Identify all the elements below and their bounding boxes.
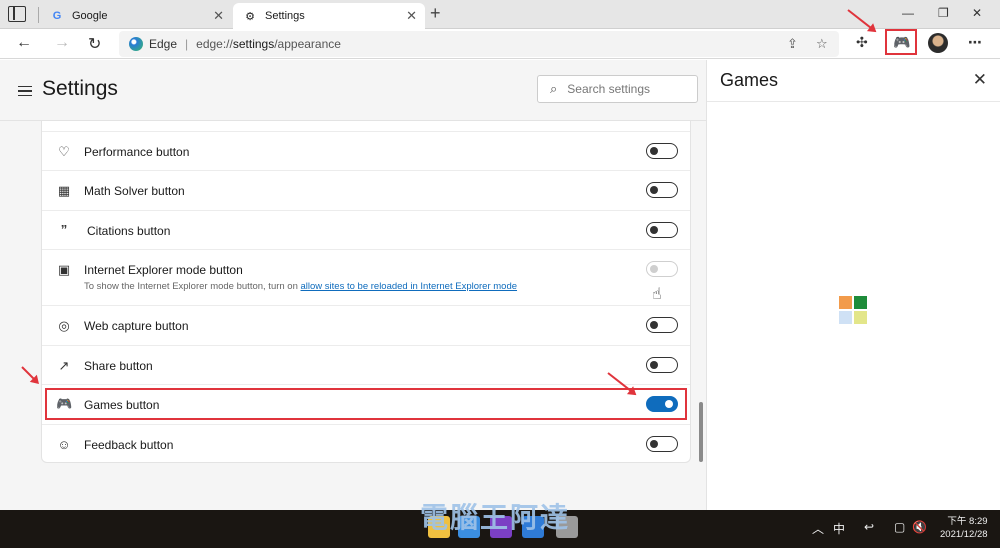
search-placeholder: Search settings <box>567 82 650 96</box>
games-pane: Games ✕ <box>706 60 1000 510</box>
close-tab-icon[interactable]: ✕ <box>406 8 417 24</box>
avatar[interactable] <box>928 33 948 53</box>
row-label: Internet Explorer mode button <box>84 263 243 277</box>
row-label: Web capture button <box>84 319 189 333</box>
microsoft-logo-icon <box>839 296 867 324</box>
list-item: ↗ Share button <box>42 345 690 384</box>
tab-strip: G Google ✕ ⚙ Settings ✕ + — ❐ ✕ <box>0 0 1000 29</box>
row-label: Math Solver button <box>84 184 185 198</box>
feedback-icon: ☺ <box>57 437 71 452</box>
ie-mode-description: To show the Internet Explorer mode butto… <box>84 281 518 292</box>
list-item: ◎ Web capture button <box>42 305 690 345</box>
extensions-icon[interactable]: ✣ <box>856 34 868 51</box>
share-toggle[interactable] <box>646 357 678 373</box>
feedback-toggle[interactable] <box>646 436 678 452</box>
ie-mode-toggle[interactable] <box>646 261 678 277</box>
new-tab-icon[interactable]: + <box>430 3 441 24</box>
search-icon: ⌕ <box>550 81 558 96</box>
gear-icon: ⚙ <box>245 10 255 23</box>
row-label: Citations button <box>87 224 171 238</box>
google-icon: G <box>52 10 62 22</box>
network-icon[interactable]: ▢ <box>894 520 905 534</box>
calculator-icon: ▦ <box>57 183 71 198</box>
site-label: Edge <box>149 37 178 51</box>
games-pane-title: Games <box>720 70 779 90</box>
more-options-icon[interactable]: ⋯ <box>968 34 982 51</box>
close-tab-icon[interactable]: ✕ <box>213 8 224 24</box>
quote-icon: ” <box>60 222 68 237</box>
list-item: ▣ Internet Explorer mode button To show … <box>42 249 690 305</box>
scrollbar[interactable] <box>699 402 703 462</box>
edge-logo-icon <box>129 37 143 51</box>
clock[interactable]: 下午 8:29 2021/12/28 <box>940 515 988 541</box>
hand-cursor-icon: ☝ <box>652 286 662 303</box>
address-divider: | <box>185 37 189 51</box>
settings-header: Settings ⌕ Search settings <box>0 60 706 121</box>
games-pane-header: Games ✕ <box>707 60 1000 102</box>
math-solver-toggle[interactable] <box>646 182 678 198</box>
list-item: ♡ Performance button <box>42 131 690 170</box>
ime-indicator[interactable]: 中 <box>833 520 845 537</box>
tab-label: Google <box>72 10 108 22</box>
search-input[interactable]: ⌕ Search settings <box>537 75 698 103</box>
settings-panel: Settings ⌕ Search settings ♡ Performance… <box>0 60 706 510</box>
menu-icon[interactable] <box>18 86 32 96</box>
divider <box>38 7 39 23</box>
games-button-highlight <box>885 29 917 55</box>
heart-pulse-icon: ♡ <box>58 144 70 159</box>
ie-mode-link[interactable]: allow sites to be reloaded in Internet E… <box>301 281 518 292</box>
page-title: Settings <box>42 77 118 100</box>
ime-mode-icon[interactable]: ↩ <box>864 520 874 534</box>
install-app-icon[interactable]: ⇪ <box>787 36 798 52</box>
back-arrow-icon[interactable]: ← <box>16 34 32 52</box>
close-icon[interactable]: ✕ <box>973 70 987 90</box>
row-label: Feedback button <box>84 438 174 452</box>
forward-arrow-icon[interactable]: → <box>54 34 70 52</box>
tray-chevron-icon[interactable]: ︿ <box>812 520 824 537</box>
watermark: 電腦王阿達 <box>420 502 571 533</box>
list-item: ☺ Feedback button <box>42 424 690 463</box>
citations-toggle[interactable] <box>646 222 678 238</box>
row-label: Share button <box>84 359 153 373</box>
window-close-icon[interactable]: ✕ <box>972 6 982 20</box>
add-favorite-icon[interactable]: ☆ <box>816 36 828 52</box>
list-item: ▦ Math Solver button <box>42 170 690 210</box>
volume-mute-icon[interactable]: 🔇 <box>912 520 927 534</box>
toolbar: ← → ↻ Edge | edge://settings/appearance … <box>0 29 1000 59</box>
ie-mode-icon: ▣ <box>57 262 71 277</box>
tab-label: Settings <box>265 10 305 22</box>
refresh-icon[interactable]: ↻ <box>88 34 101 54</box>
url-text: edge://settings/appearance <box>196 37 341 51</box>
performance-toggle[interactable] <box>646 143 678 159</box>
tab-actions-icon[interactable] <box>8 6 26 22</box>
address-bar[interactable]: Edge | edge://settings/appearance ⇪ ☆ <box>119 31 839 57</box>
share-icon: ↗ <box>58 358 70 373</box>
restore-icon[interactable]: ❐ <box>938 6 949 20</box>
tab-settings[interactable]: ⚙ Settings ✕ <box>233 3 425 29</box>
minimize-icon[interactable]: — <box>902 6 914 20</box>
tab-google[interactable]: G Google ✕ <box>40 3 232 29</box>
web-capture-toggle[interactable] <box>646 317 678 333</box>
web-capture-icon: ◎ <box>58 318 70 333</box>
list-item: ” Citations button <box>42 210 690 249</box>
games-row-highlight <box>45 388 687 420</box>
row-label: Performance button <box>84 145 190 159</box>
